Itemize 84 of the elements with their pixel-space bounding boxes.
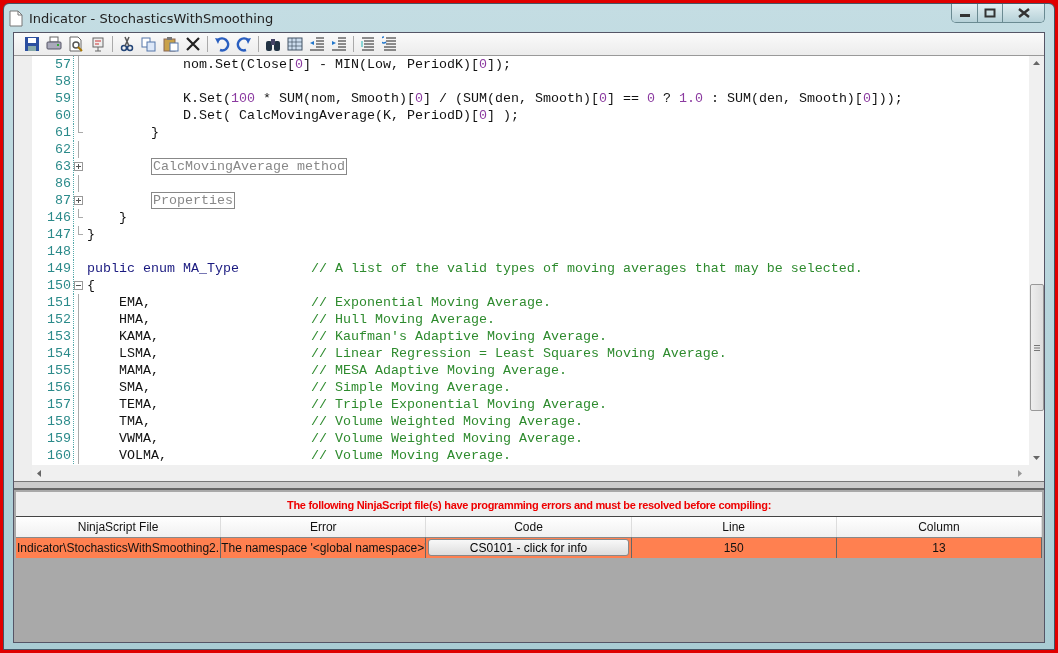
code-line: EMA, // Exponential Moving Average. (118, 294, 551, 311)
scroll-up-icon[interactable] (1032, 60, 1041, 66)
line-number: 154 (32, 345, 74, 362)
line-number: 151 (32, 294, 74, 311)
lines-icon[interactable] (360, 36, 376, 52)
print-preview-icon[interactable] (68, 36, 84, 52)
grid-icon[interactable] (287, 36, 303, 52)
code-line: K.Set(100 * SUM(nom, Smooth)[0] / (SUM(den, Smooth)[0] == 0 ? 1.0 : SUM(den, Smooth)[0])); (181, 90, 903, 107)
code-line: TMA, // Volume Weighted Moving Average. (118, 413, 583, 430)
horizontal-scrollbar[interactable] (32, 465, 1044, 481)
line-number: 149 (32, 260, 74, 277)
line-number: 60 (32, 107, 74, 124)
collapsed-region[interactable]: Properties (151, 192, 235, 209)
line-number: 61 (32, 124, 74, 141)
code-line: SMA, // Simple Moving Average. (118, 379, 511, 396)
info-button[interactable]: CS0101 - click for info (428, 539, 629, 556)
error-message: The following NinjaScript file(s) have programming errors and must be resolved before compiling: (16, 492, 1042, 517)
line-number: 158 (32, 413, 74, 430)
code-line: MAMA, // MESA Adaptive Moving Average. (118, 362, 567, 379)
scroll-thumb[interactable] (1029, 284, 1044, 411)
line-number: 58 (32, 73, 74, 90)
code-line: D.Set( CalcMovingAverage(K, PeriodD)[0] ); (181, 107, 519, 124)
line-number: 160 (32, 447, 74, 464)
line-number: 62 (32, 141, 74, 158)
line-number: 157 (32, 396, 74, 413)
cut-icon[interactable] (119, 36, 135, 52)
code-line: public enum MA_Type // A list of the valid types of moving averages that may be selected. (87, 260, 863, 277)
table-cell: 150 (631, 537, 837, 558)
expand-icon[interactable] (74, 196, 83, 205)
close-icon (1016, 8, 1031, 18)
vertical-scrollbar[interactable] (1029, 56, 1044, 465)
line-number: 156 (32, 379, 74, 396)
line-number: 152 (32, 311, 74, 328)
column-header[interactable]: Column (836, 517, 1042, 537)
table-cell: Indicator\StochasticsWithSmoothing2. (16, 537, 222, 558)
line-number: 148 (32, 243, 74, 260)
code-line: VWMA, // Volume Weighted Moving Average. (118, 430, 583, 447)
table-cell: The namespace '<global namespace>' (221, 537, 427, 558)
line-number: 159 (32, 430, 74, 447)
column-header[interactable]: Error (221, 517, 427, 537)
line-number: 147 (32, 226, 74, 243)
grip-icon (1033, 344, 1040, 351)
code-line: nom.Set(Close[0] - MIN(Low, PeriodK)[0]); (181, 56, 511, 73)
close-button[interactable] (1002, 4, 1044, 22)
code-line: TEMA, // Triple Exponential Moving Average. (118, 396, 607, 413)
expand-icon[interactable] (74, 162, 83, 171)
maximize-icon (984, 8, 996, 18)
undo-icon[interactable] (214, 36, 230, 52)
printer-icon[interactable] (46, 36, 62, 52)
binoculars-icon[interactable] (265, 36, 281, 52)
maximize-button[interactable] (977, 4, 1002, 22)
minimize-button[interactable] (952, 4, 977, 22)
code-line: { (87, 277, 95, 294)
redo-icon[interactable] (236, 36, 252, 52)
paste-icon[interactable] (163, 36, 179, 52)
column-header[interactable]: NinjaScript File (16, 517, 222, 537)
line-number: 155 (32, 362, 74, 379)
table-cell: 13 (836, 537, 1042, 558)
copy-icon[interactable] (141, 36, 157, 52)
code-line: HMA, // Hull Moving Average. (118, 311, 495, 328)
line-number: 59 (32, 90, 74, 107)
scroll-left-icon[interactable] (36, 468, 42, 478)
line-number: 153 (32, 328, 74, 345)
collapsed-region[interactable]: CalcMovingAverage method (151, 158, 347, 175)
code-line: VOLMA, // Volume Moving Average. (118, 447, 511, 464)
collapse-icon[interactable] (74, 281, 83, 290)
code-line: LSMA, // Linear Regression = Least Squares Moving Average. (118, 345, 727, 362)
scroll-down-icon[interactable] (1032, 455, 1041, 461)
indent-icon[interactable] (331, 36, 347, 52)
code-line: KAMA, // Kaufman's Adaptive Moving Average. (118, 328, 607, 345)
line-number: 146 (32, 209, 74, 226)
splitter[interactable] (14, 482, 1044, 490)
line-number: 57 (32, 56, 74, 73)
save-icon[interactable] (24, 36, 40, 52)
code-line: } (118, 209, 127, 226)
code-line: } (87, 226, 95, 243)
code-line: } (150, 124, 159, 141)
window-title: Indicator - StochasticsWithSmoothing (29, 10, 274, 26)
delete-icon[interactable] (185, 36, 201, 52)
document-icon (9, 9, 23, 27)
line-number: 86 (32, 175, 74, 192)
outdent-icon[interactable] (309, 36, 325, 52)
column-header[interactable]: Code (426, 517, 632, 537)
column-header[interactable]: Line (631, 517, 837, 537)
